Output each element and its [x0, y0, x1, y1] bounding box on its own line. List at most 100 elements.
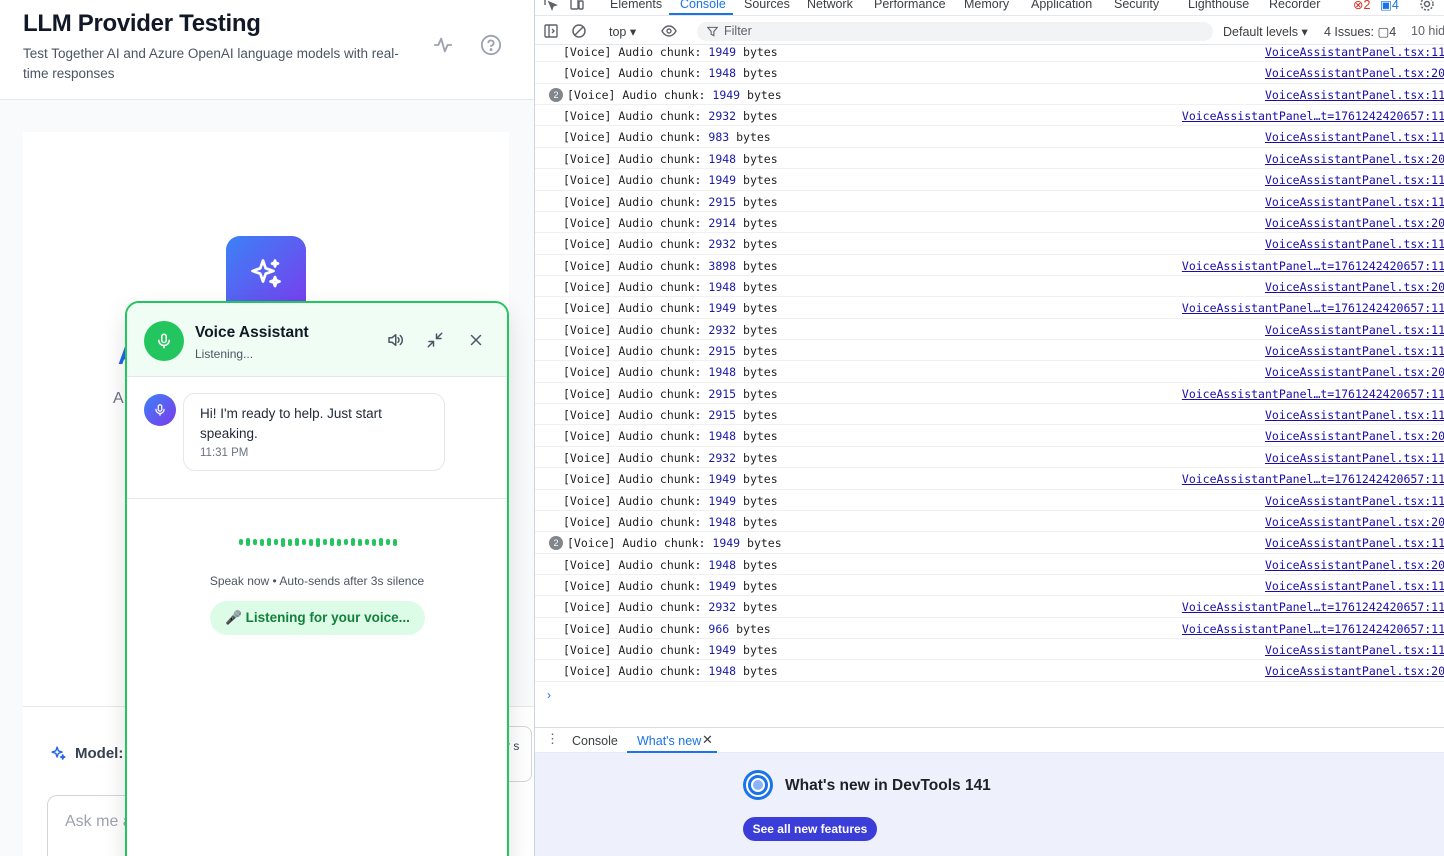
source-link[interactable]: VoiceAssistantPanel.tsx:20: [1265, 558, 1444, 572]
sidebar-toggle-icon[interactable]: [543, 23, 559, 39]
listening-indicator-button[interactable]: 🎤 Listening for your voice...: [210, 601, 425, 635]
tab-sources[interactable]: Sources: [744, 0, 790, 11]
drawer-tab-console[interactable]: Console: [572, 734, 618, 748]
source-link[interactable]: VoiceAssistantPanel.tsx:20: [1265, 664, 1444, 678]
waveform-bar: [309, 538, 313, 546]
tab-recorder[interactable]: Recorder: [1269, 0, 1320, 11]
source-link[interactable]: VoiceAssistantPanel…t=1761242420657:11: [1182, 622, 1444, 636]
source-link[interactable]: VoiceAssistantPanel.tsx:11: [1265, 173, 1444, 187]
log-message: [Voice] Audio chunk: 2914 bytes: [563, 215, 778, 230]
assistant-message: Hi! I'm ready to help. Just start speaki…: [183, 393, 445, 471]
source-link[interactable]: VoiceAssistantPanel…t=1761242420657:11: [1182, 301, 1444, 315]
source-link[interactable]: VoiceAssistantPanel.tsx:11: [1265, 536, 1444, 550]
minimize-icon[interactable]: [426, 331, 444, 349]
source-link[interactable]: VoiceAssistantPanel.tsx:11: [1265, 88, 1444, 102]
log-message: [Voice] Audio chunk: 1949 bytes: [567, 87, 782, 102]
source-link[interactable]: VoiceAssistantPanel…t=1761242420657:11: [1182, 387, 1444, 401]
close-icon[interactable]: ✕: [702, 732, 713, 748]
source-link[interactable]: VoiceAssistantPanel.tsx:11: [1265, 344, 1444, 358]
tab-application[interactable]: Application: [1031, 0, 1092, 11]
drawer-tab-bar: ⋮ Console What's new ✕: [535, 727, 1444, 753]
source-link[interactable]: VoiceAssistantPanel.tsx:20: [1265, 152, 1444, 166]
waveform-bar: [323, 539, 327, 545]
console-log-row: [Voice] Audio chunk: 3898 bytes VoiceAssi…: [535, 255, 1444, 276]
source-link[interactable]: VoiceAssistantPanel.tsx:20: [1265, 365, 1444, 379]
console-messages: [Voice] Audio chunk: 1949 bytes VoiceAssi…: [535, 41, 1444, 682]
waveform-bar: [351, 538, 355, 546]
console-log-row: [Voice] Audio chunk: 1949 bytes VoiceAssi…: [535, 468, 1444, 490]
source-link[interactable]: VoiceAssistantPanel.tsx:11: [1265, 451, 1444, 465]
tab-console[interactable]: Console: [680, 0, 726, 11]
tab-lighthouse[interactable]: Lighthouse: [1188, 0, 1249, 11]
source-link[interactable]: VoiceAssistantPanel…t=1761242420657:11: [1182, 109, 1444, 123]
console-log-row: [Voice] Audio chunk: 1948 bytes VoiceAssi…: [535, 554, 1444, 575]
context-selector[interactable]: top ▾: [609, 24, 636, 39]
volume-icon[interactable]: [386, 331, 404, 349]
devtools-panel: Elements Console Sources Network Perform…: [534, 0, 1444, 856]
eye-icon[interactable]: [661, 23, 677, 39]
waveform-bar: [260, 538, 264, 546]
tab-memory[interactable]: Memory: [964, 0, 1009, 11]
gear-icon[interactable]: [1419, 0, 1435, 12]
source-link[interactable]: VoiceAssistantPanel.tsx:11: [1265, 408, 1444, 422]
console-log-row: [Voice] Audio chunk: 1949 bytes VoiceAssi…: [535, 639, 1444, 661]
activity-icon[interactable]: [432, 34, 454, 56]
filter-icon: [707, 26, 718, 37]
console-log-row: [Voice] Audio chunk: 1949 bytes VoiceAssi…: [535, 297, 1444, 319]
console-log-row: [Voice] Audio chunk: 2932 bytes VoiceAssi…: [535, 319, 1444, 341]
source-link[interactable]: VoiceAssistantPanel.tsx:20: [1265, 66, 1444, 80]
error-count-badge[interactable]: ⊗2: [1353, 0, 1370, 12]
issues-counter[interactable]: 4 Issues: ▢4: [1324, 24, 1396, 39]
source-link[interactable]: VoiceAssistantPanel.tsx:20: [1265, 216, 1444, 230]
model-selector[interactable]: Model:: [50, 745, 123, 762]
tab-performance[interactable]: Performance: [874, 0, 946, 11]
console-prompt[interactable]: ›: [547, 688, 551, 702]
source-link[interactable]: VoiceAssistantPanel.tsx:20: [1265, 280, 1444, 294]
log-message: [Voice] Audio chunk: 2932 bytes: [563, 600, 778, 615]
inspect-element-icon[interactable]: [543, 0, 559, 12]
waveform-bar: [239, 539, 243, 545]
help-icon[interactable]: [480, 34, 502, 56]
close-icon[interactable]: [467, 331, 485, 349]
waveform-bar: [253, 539, 257, 545]
page-title: LLM Provider Testing: [23, 10, 261, 37]
device-toolbar-icon[interactable]: [569, 0, 585, 12]
log-message: [Voice] Audio chunk: 1948 bytes: [563, 66, 778, 81]
microphone-icon[interactable]: [144, 321, 184, 361]
tab-network[interactable]: Network: [807, 0, 853, 11]
source-link[interactable]: VoiceAssistantPanel.tsx:11: [1265, 195, 1444, 209]
clear-console-icon[interactable]: [571, 23, 587, 39]
log-message: [Voice] Audio chunk: 1949 bytes: [563, 493, 778, 508]
waveform-bar: [246, 538, 250, 546]
repeat-count-badge: 2: [549, 536, 563, 551]
source-link[interactable]: VoiceAssistantPanel…t=1761242420657:11: [1182, 259, 1444, 273]
source-link[interactable]: VoiceAssistantPanel.tsx:20: [1265, 429, 1444, 443]
tab-elements[interactable]: Elements: [610, 0, 662, 11]
source-link[interactable]: VoiceAssistantPanel…t=1761242420657:11: [1182, 472, 1444, 486]
more-options-icon[interactable]: ⋮: [546, 731, 559, 747]
source-link[interactable]: VoiceAssistantPanel.tsx:11: [1265, 323, 1444, 337]
console-log-row: [Voice] Audio chunk: 2915 bytes VoiceAssi…: [535, 383, 1444, 405]
source-link[interactable]: VoiceAssistantPanel.tsx:11: [1265, 494, 1444, 508]
source-link[interactable]: VoiceAssistantPanel.tsx:11: [1265, 45, 1444, 59]
tab-security[interactable]: Security: [1114, 0, 1159, 11]
waveform-bar: [316, 537, 320, 547]
source-link[interactable]: VoiceAssistantPanel.tsx:11: [1265, 643, 1444, 657]
console-log-row: [Voice] Audio chunk: 1948 bytes VoiceAssi…: [535, 660, 1444, 682]
source-link[interactable]: VoiceAssistantPanel.tsx:11: [1265, 579, 1444, 593]
message-count-badge[interactable]: ▣4: [1380, 0, 1399, 12]
drawer-tab-whats-new[interactable]: What's new: [637, 734, 701, 748]
log-message: [Voice] Audio chunk: 1949 bytes: [563, 45, 778, 59]
console-log-row: [Voice] Audio chunk: 1948 bytes VoiceAssi…: [535, 425, 1444, 447]
source-link[interactable]: VoiceAssistantPanel.tsx:20: [1265, 515, 1444, 529]
source-link[interactable]: VoiceAssistantPanel.tsx:11: [1265, 130, 1444, 144]
repeat-count-badge: 2: [549, 87, 563, 102]
waveform-bar: [267, 538, 271, 546]
see-all-features-button[interactable]: See all new features: [743, 817, 877, 841]
log-levels-dropdown[interactable]: Default levels ▾: [1223, 24, 1308, 39]
log-message: [Voice] Audio chunk: 1948 bytes: [563, 279, 778, 294]
log-message: [Voice] Audio chunk: 2932 bytes: [563, 237, 778, 252]
source-link[interactable]: VoiceAssistantPanel…t=1761242420657:11: [1182, 600, 1444, 614]
source-link[interactable]: VoiceAssistantPanel.tsx:11: [1265, 237, 1444, 251]
filter-input[interactable]: Filter: [697, 22, 1213, 41]
